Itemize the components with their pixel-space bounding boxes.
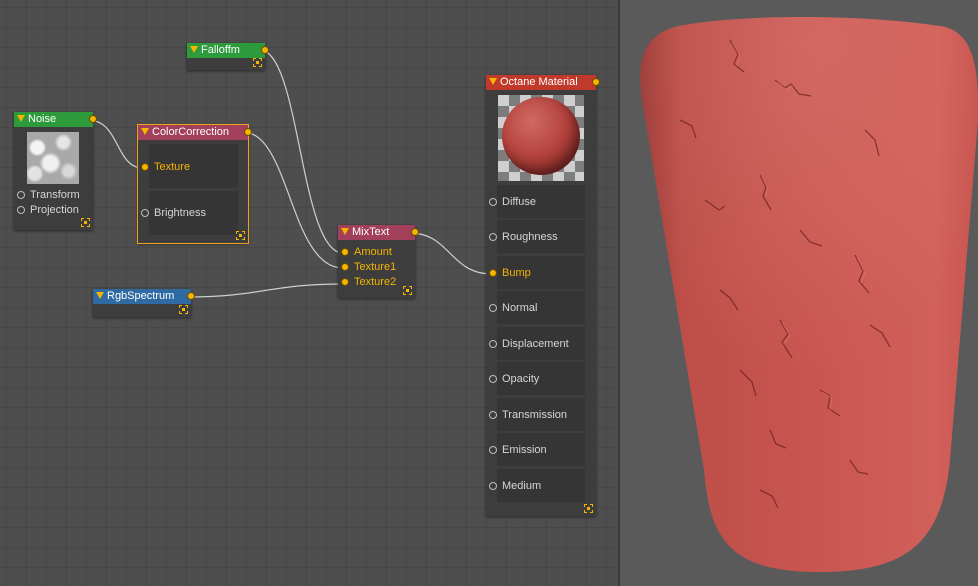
rgbspectrum-node-title: RgbSpectrum (107, 290, 175, 302)
noise-node-title: Noise (28, 113, 57, 125)
output-dot-icon[interactable] (411, 228, 419, 236)
input-pin-icon[interactable] (341, 248, 349, 256)
input-label: Roughness (502, 231, 558, 243)
resize-corner-icon[interactable] (179, 305, 188, 314)
input-label: Opacity (502, 373, 540, 385)
input-label: Transmission (502, 409, 567, 421)
collapse-triangle-icon[interactable] (141, 128, 149, 135)
output-dot-icon[interactable] (261, 46, 269, 54)
input-pin-icon[interactable] (489, 340, 497, 348)
octane-material-node-title: Octane Material (500, 76, 578, 88)
wire-mixtext-to-bump (409, 232, 493, 275)
wire-falloff-to-amount (259, 49, 344, 254)
input-label: Bump (502, 267, 531, 279)
wire-noise-to-texture (87, 119, 144, 169)
mixtext-node-header[interactable]: MixText (338, 225, 419, 240)
rendered-object-preview (640, 17, 978, 572)
input-displacement[interactable]: Displacement (486, 336, 596, 352)
material-preview-sphere (498, 95, 584, 181)
input-pin-icon[interactable] (489, 304, 497, 312)
output-dot-icon[interactable] (187, 292, 195, 300)
output-dot-icon[interactable] (592, 78, 600, 86)
resize-corner-icon[interactable] (584, 504, 593, 513)
octane-material-node-header[interactable]: Octane Material (486, 75, 600, 90)
output-dot-icon[interactable] (244, 128, 252, 136)
input-projection[interactable]: Projection (14, 202, 93, 218)
input-texture1[interactable]: Texture1 (338, 259, 415, 275)
input-label: Diffuse (502, 196, 537, 208)
input-pin-icon[interactable] (341, 278, 349, 286)
input-roughness[interactable]: Roughness (486, 229, 596, 245)
input-transmission[interactable]: Transmission (486, 407, 596, 423)
input-pin-icon[interactable] (489, 446, 497, 454)
resize-corner-icon[interactable] (236, 231, 245, 240)
input-label: Brightness (154, 207, 206, 219)
wire-rgbspectrum-to-texture2 (186, 283, 344, 298)
output-dot-icon[interactable] (89, 115, 97, 123)
input-label: Texture (154, 161, 191, 173)
colorcorrection-node-title: ColorCorrection (152, 126, 230, 138)
noise-node-header[interactable]: Noise (14, 112, 97, 127)
input-label: Transform (30, 189, 80, 201)
mixtext-node-title: MixText (352, 226, 390, 238)
mixtext-node[interactable]: MixText Amount Texture1 Texture2 (338, 225, 419, 298)
resize-corner-icon[interactable] (403, 286, 412, 295)
collapse-triangle-icon[interactable] (17, 115, 25, 122)
input-pin-icon[interactable] (17, 206, 25, 214)
input-medium[interactable]: Medium (486, 478, 596, 494)
input-label: Displacement (502, 338, 569, 350)
noise-node[interactable]: Noise Transform Projection (14, 112, 97, 230)
collapse-triangle-icon[interactable] (489, 78, 497, 85)
input-label: Medium (502, 480, 542, 492)
noise-preview-thumbnail (27, 132, 79, 184)
input-label: Amount (354, 246, 392, 258)
wire-colorcorrection-to-texture1 (242, 131, 344, 269)
octane-material-node[interactable]: Octane Material Diffuse Roughness Bump N… (486, 75, 600, 516)
input-label: Texture1 (354, 261, 397, 273)
input-pin-icon[interactable] (489, 482, 497, 490)
input-pin-icon[interactable] (489, 198, 497, 206)
collapse-triangle-icon[interactable] (190, 46, 198, 53)
input-pin-icon[interactable] (141, 163, 149, 171)
input-brightness[interactable]: Brightness (138, 205, 248, 221)
render-viewport[interactable] (620, 0, 978, 586)
collapse-triangle-icon[interactable] (96, 292, 104, 299)
resize-corner-icon[interactable] (253, 58, 262, 67)
node-editor[interactable]: Falloffm Noise Transform Projection Colo… (0, 0, 618, 586)
collapse-triangle-icon[interactable] (341, 228, 349, 235)
colorcorrection-node-header[interactable]: ColorCorrection (138, 125, 252, 140)
input-normal[interactable]: Normal (486, 300, 596, 316)
input-bump[interactable]: Bump (486, 265, 596, 281)
input-amount[interactable]: Amount (338, 244, 415, 260)
falloff-node-header[interactable]: Falloffm (187, 43, 269, 58)
input-pin-icon[interactable] (489, 411, 497, 419)
input-label: Normal (502, 302, 538, 314)
input-pin-icon[interactable] (489, 233, 497, 241)
input-pin-icon[interactable] (141, 209, 149, 217)
input-pin-icon[interactable] (489, 375, 497, 383)
input-transform[interactable]: Transform (14, 187, 93, 203)
input-label: Texture2 (354, 276, 397, 288)
input-pin-icon[interactable] (489, 269, 497, 277)
material-sphere (502, 97, 580, 175)
falloff-node[interactable]: Falloffm (187, 43, 269, 70)
input-emission[interactable]: Emission (486, 442, 596, 458)
input-label: Emission (502, 444, 547, 456)
input-texture[interactable]: Texture (138, 159, 248, 175)
resize-corner-icon[interactable] (81, 218, 90, 227)
rgbspectrum-node[interactable]: RgbSpectrum (93, 289, 195, 317)
colorcorrection-node[interactable]: ColorCorrection Texture Brightness (137, 124, 252, 244)
rgbspectrum-node-header[interactable]: RgbSpectrum (93, 289, 195, 304)
input-pin-icon[interactable] (341, 263, 349, 271)
input-opacity[interactable]: Opacity (486, 371, 596, 387)
falloff-node-title: Falloffm (201, 44, 240, 56)
input-label: Projection (30, 204, 79, 216)
input-pin-icon[interactable] (17, 191, 25, 199)
input-diffuse[interactable]: Diffuse (486, 194, 596, 210)
